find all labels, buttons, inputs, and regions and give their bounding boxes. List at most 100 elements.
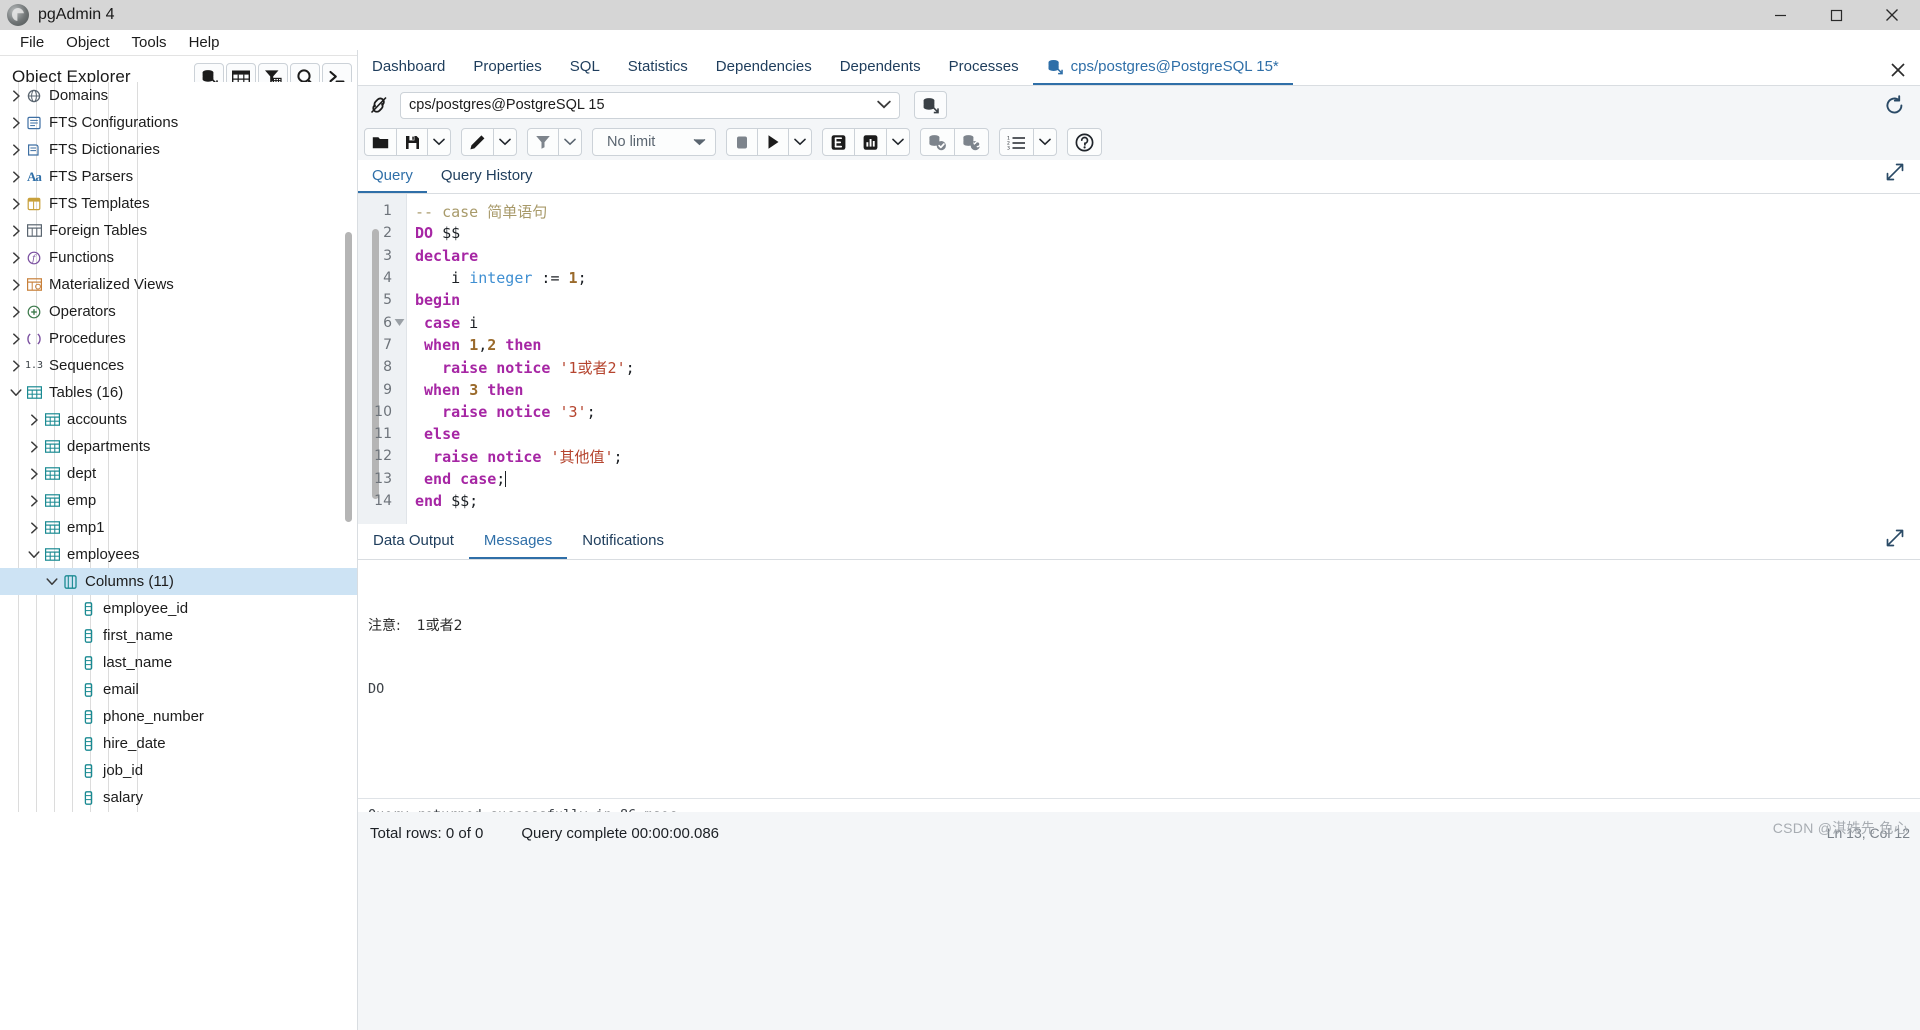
code-line[interactable]: 6 case i [358,311,1920,333]
code-line[interactable]: 11 else [358,423,1920,445]
tab-messages[interactable]: Messages [468,524,568,559]
commit-button[interactable] [920,128,955,156]
expand-diagonal-icon[interactable] [1886,529,1904,552]
tree-item-hire-date[interactable]: hire_date [0,730,358,757]
code-line[interactable]: 3 declare [358,245,1920,267]
code-line[interactable]: 9 when 3 then [358,378,1920,400]
tree-item-fts-configurations[interactable]: FTS Configurations [0,109,358,136]
tree-item-emp1[interactable]: emp1 [0,514,358,541]
chevron-right-icon[interactable] [8,250,24,266]
messages-panel[interactable]: 注意: 1或者2 DO Query returned successfully … [358,560,1920,823]
tree-item-dept[interactable]: dept [0,460,358,487]
menu-object[interactable]: Object [55,32,120,53]
tab-properties[interactable]: Properties [459,50,555,85]
code-line[interactable]: 13 end case; [358,468,1920,490]
code-line[interactable]: 5 begin [358,289,1920,311]
execute-button[interactable] [757,128,789,156]
tree-item-sequences[interactable]: 1.3 Sequences [0,352,358,379]
tree-item-tables-16[interactable]: Tables (16) [0,379,358,406]
edit-options-caret[interactable] [493,128,517,156]
open-file-button[interactable] [364,128,397,156]
results-splitter[interactable] [358,798,1920,799]
tab-dashboard[interactable]: Dashboard [358,50,459,85]
tree-item-job-id[interactable]: job_id [0,757,358,784]
close-icon[interactable] [1890,62,1906,78]
chevron-right-icon[interactable] [26,412,42,428]
row-limit-select[interactable]: No limit [592,128,716,156]
filter-options-caret[interactable] [558,128,582,156]
tree-item-departments[interactable]: departments [0,433,358,460]
minimize-button[interactable] [1752,0,1808,30]
object-explorer-tree[interactable]: Domains FTS Configurations FTS Dictionarie… [0,82,358,812]
macros-button[interactable]: 1 2 3 [999,128,1034,156]
code-line[interactable]: 7 when 1,2 then [358,334,1920,356]
chevron-right-icon[interactable] [8,196,24,212]
code-line[interactable]: 4 i integer := 1; [358,267,1920,289]
tree-item-accounts[interactable]: accounts [0,406,358,433]
tab-data-output[interactable]: Data Output [358,524,469,559]
chevron-down-icon[interactable] [44,574,60,590]
tree-item-materialized-views[interactable]: Materialized Views [0,271,358,298]
explain-options-caret[interactable] [886,128,910,156]
code-line[interactable]: 14 end $$; [358,490,1920,512]
tab-statistics[interactable]: Statistics [614,50,702,85]
tree-item-operators[interactable]: Operators [0,298,358,325]
close-button[interactable] [1864,0,1920,30]
execute-options-caret[interactable] [788,128,812,156]
tree-item-fts-templates[interactable]: FTS Templates [0,190,358,217]
reset-rotate-icon[interactable] [1876,91,1912,119]
tab-query-history[interactable]: Query History [427,160,547,193]
tree-item-email[interactable]: email [0,676,358,703]
tree-item-first-name[interactable]: first_name [0,622,358,649]
code-line[interactable]: 10 raise notice '3'; [358,401,1920,423]
chevron-right-icon[interactable] [8,142,24,158]
chevron-right-icon[interactable] [8,277,24,293]
code-line[interactable]: 12 raise notice '其他值'; [358,445,1920,467]
macros-caret[interactable] [1033,128,1057,156]
chevron-right-icon[interactable] [26,520,42,536]
expand-diagonal-icon[interactable] [1886,163,1904,186]
tree-item-foreign-tables[interactable]: Foreign Tables [0,217,358,244]
database-connect-icon[interactable] [914,91,947,119]
tree-scrollbar[interactable] [345,232,352,522]
tree-item-procedures[interactable]: Procedures [0,325,358,352]
filter-button[interactable] [527,128,559,156]
rollback-button[interactable] [954,128,989,156]
stop-button[interactable] [726,128,758,156]
chevron-right-icon[interactable] [8,358,24,374]
help-button[interactable] [1067,128,1102,156]
tab-sql[interactable]: SQL [556,50,614,85]
menu-tools[interactable]: Tools [121,32,178,53]
tree-item-last-name[interactable]: last_name [0,649,358,676]
tab-notifications[interactable]: Notifications [567,524,679,559]
maximize-button[interactable] [1808,0,1864,30]
menu-help[interactable]: Help [178,32,231,53]
chevron-right-icon[interactable] [26,439,42,455]
code-line[interactable]: 8 raise notice '1或者2'; [358,356,1920,378]
edit-button[interactable] [461,128,494,156]
explain-button[interactable] [822,128,855,156]
tree-item-domains[interactable]: Domains [0,82,358,109]
chevron-right-icon[interactable] [26,466,42,482]
menu-file[interactable]: File [9,32,55,53]
chevron-right-icon[interactable] [8,88,24,104]
chevron-down-icon[interactable] [26,547,42,563]
chevron-down-icon[interactable] [8,385,24,401]
chevron-right-icon[interactable] [8,223,24,239]
tree-item-emp[interactable]: emp [0,487,358,514]
code-line[interactable]: 2 DO $$ [358,222,1920,244]
tab-dependents[interactable]: Dependents [826,50,935,85]
connection-select[interactable]: cps/postgres@PostgreSQL 15 [400,91,900,119]
explain-analyze-button[interactable] [854,128,887,156]
save-options-caret[interactable] [427,128,451,156]
tree-item-employees[interactable]: employees [0,541,358,568]
tree-item-fts-parsers[interactable]: Aa FTS Parsers [0,163,358,190]
chevron-right-icon[interactable] [8,115,24,131]
fold-triangle-icon[interactable] [392,318,407,327]
chevron-right-icon[interactable] [8,331,24,347]
tree-item-salary[interactable]: salary [0,784,358,811]
tree-item-employee-id[interactable]: employee_id [0,595,358,622]
tree-item-phone-number[interactable]: phone_number [0,703,358,730]
tab-dependencies[interactable]: Dependencies [702,50,826,85]
code-line[interactable]: 1 -- case 简单语句 [358,200,1920,222]
